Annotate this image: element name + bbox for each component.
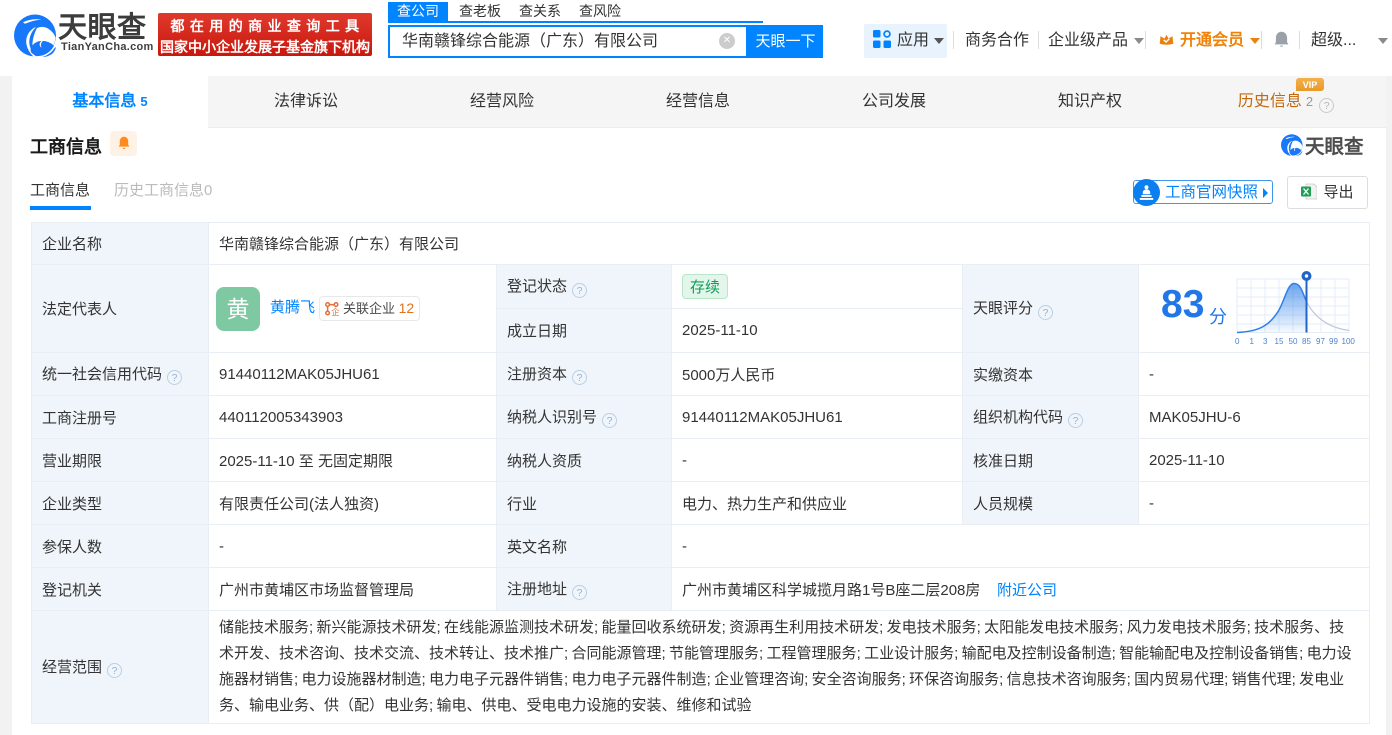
svg-text:100: 100	[1342, 337, 1356, 346]
svg-text:0: 0	[1235, 337, 1240, 346]
svg-text:企: 企	[331, 307, 339, 316]
svg-text:99: 99	[1329, 337, 1338, 346]
svg-text:15: 15	[1275, 337, 1284, 346]
svg-text:50: 50	[1289, 337, 1298, 346]
svg-text:1: 1	[1250, 337, 1255, 346]
svg-text:85: 85	[1302, 337, 1311, 346]
svg-text:97: 97	[1316, 337, 1325, 346]
svg-text:天眼查: 天眼查	[1305, 135, 1364, 156]
svg-text:3: 3	[1263, 337, 1268, 346]
